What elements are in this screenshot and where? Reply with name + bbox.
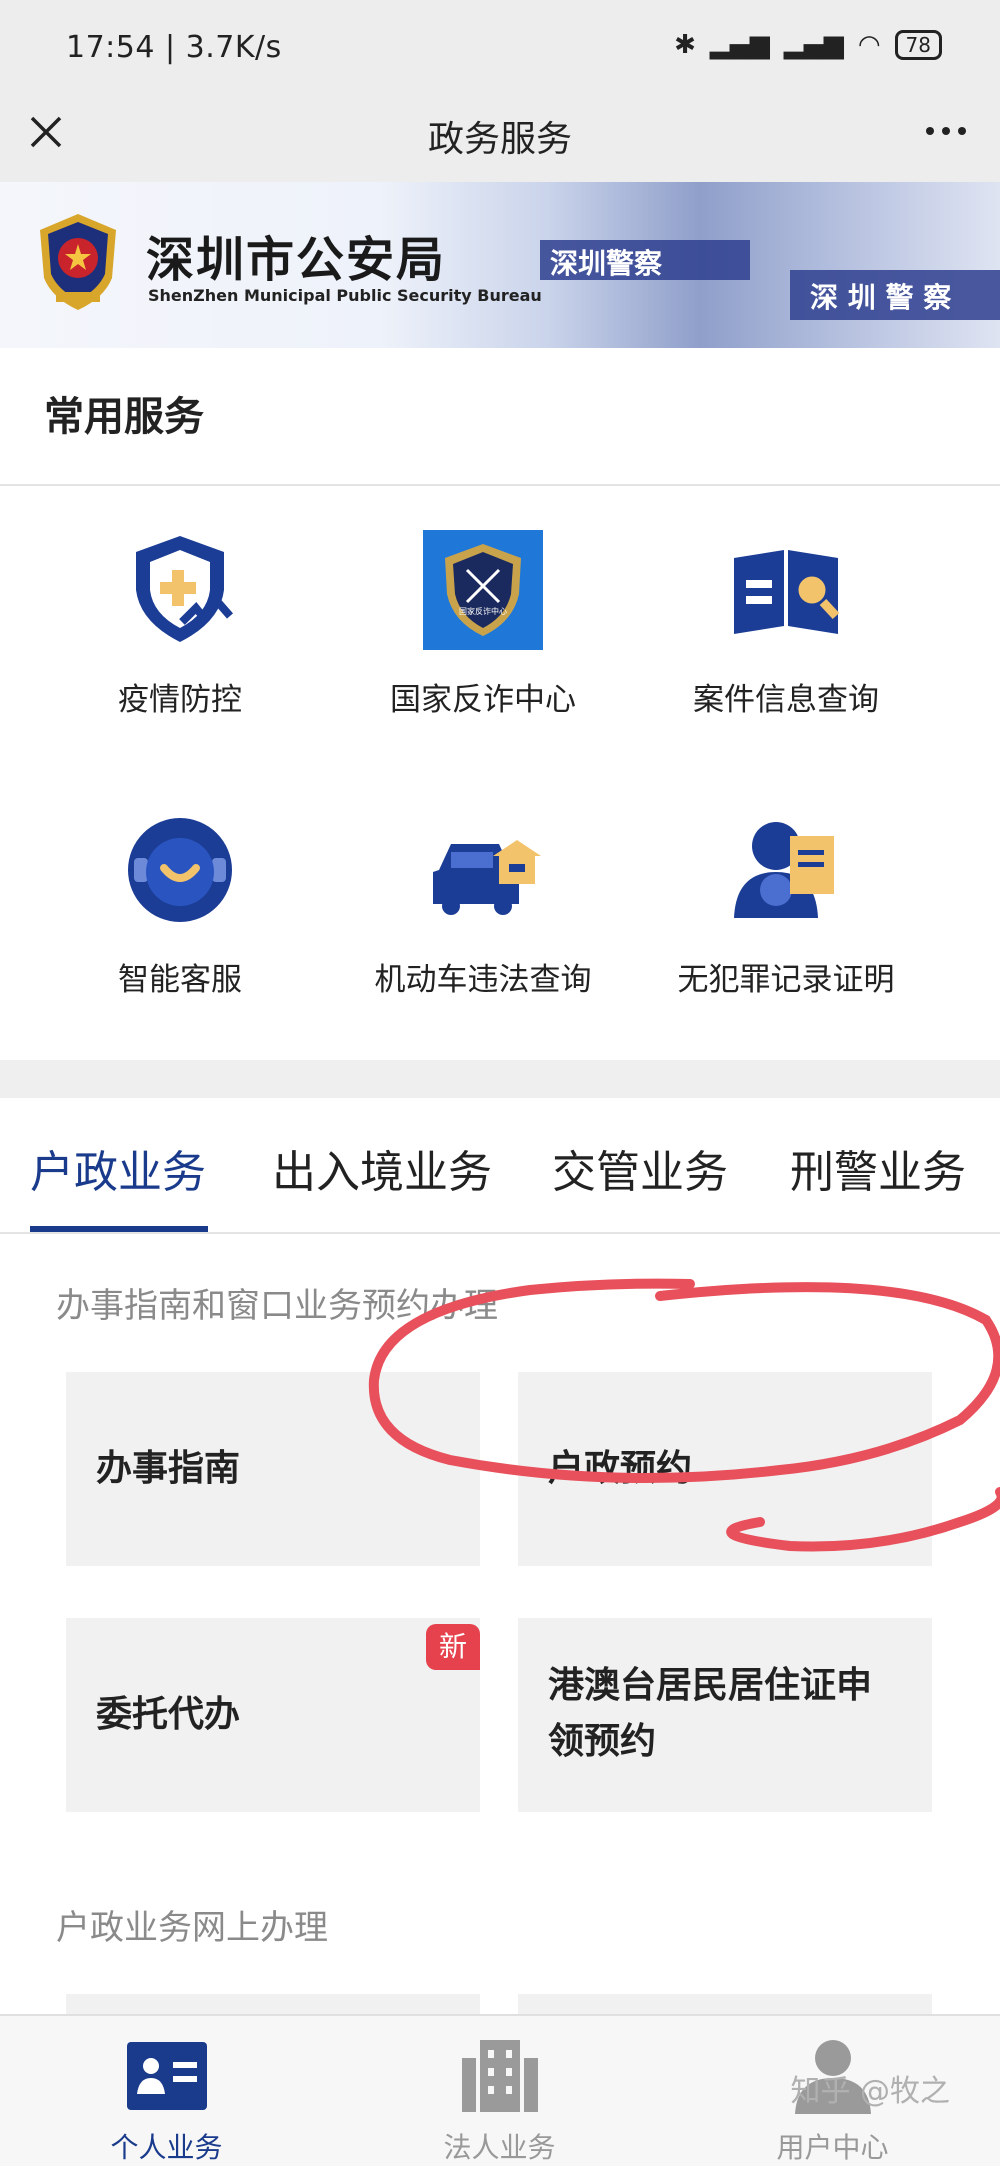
- card-label-line2: 领预约: [548, 1721, 657, 1762]
- bureau-name: 深圳市公安局: [146, 232, 447, 288]
- id-card-icon: [126, 2042, 207, 2110]
- service-epidemic-control[interactable]: 疫情防控: [30, 530, 330, 719]
- service-label: 案件信息查询: [693, 682, 879, 718]
- section-heading: 办事指南和窗口业务预约办理: [56, 1286, 498, 1326]
- bottom-nav-corporate[interactable]: 法人业务: [333, 2016, 666, 2166]
- bottom-nav-personal[interactable]: 个人业务: [0, 2016, 333, 2166]
- banner-stripe-text: 深 圳 警 察: [810, 281, 952, 314]
- bottom-nav-label: 法人业务: [443, 2131, 556, 2164]
- battery-indicator: 78: [894, 30, 942, 60]
- bottom-nav-label: 用户中心: [776, 2131, 889, 2164]
- card-residence-permit[interactable]: 港澳台居民居住证申 领预约: [518, 1618, 932, 1812]
- building-icon: [461, 2040, 538, 2112]
- status-bar: 17:54 | 3.7K/s ✱ ▂▄▆ ▂▄▆ ◠ 78: [0, 0, 1000, 92]
- card-label: 办事指南: [96, 1448, 241, 1489]
- book-search-icon: [734, 550, 840, 634]
- divider: [0, 1232, 1000, 1234]
- watermark: 知乎 @牧之: [790, 2074, 950, 2109]
- section-separator: [0, 1060, 1000, 1098]
- section-heading: 户政业务网上办理: [56, 1908, 328, 1948]
- service-label: 智能客服: [118, 962, 242, 998]
- anti-fraud-badge-text: 国家反诈中心: [459, 606, 507, 616]
- shield-medical-icon: [136, 536, 234, 642]
- signal-icon-2: ▂▄▆: [783, 30, 844, 60]
- status-time: 17:54 | 3.7K/s: [66, 30, 282, 65]
- bluetooth-icon: ✱: [674, 30, 696, 60]
- service-label: 机动车违法查询: [374, 962, 592, 998]
- service-anti-fraud-center[interactable]: 国家反诈中心 国家反诈中心: [333, 530, 633, 719]
- anti-fraud-badge-icon: 国家反诈中心: [423, 530, 543, 650]
- common-services-title: 常用服务: [44, 394, 204, 440]
- service-label: 国家反诈中心: [390, 682, 576, 718]
- tab-criminal[interactable]: 刑警业务: [790, 1136, 966, 1200]
- banner-stripe-text: 深圳警察: [550, 247, 663, 280]
- divider: [0, 484, 1000, 486]
- tab-entry-exit[interactable]: 出入境业务: [272, 1136, 492, 1200]
- bottom-nav-label: 个人业务: [110, 2131, 223, 2164]
- smiley-face-icon: [128, 818, 232, 922]
- card-label-line1: 港澳台居民居住证申: [548, 1665, 873, 1706]
- car-house-icon: [433, 840, 541, 915]
- tab-traffic[interactable]: 交管业务: [552, 1136, 728, 1200]
- person-document-icon: [734, 822, 834, 918]
- page-title: 政务服务: [427, 119, 572, 160]
- card-household-appointment[interactable]: 户政预约: [518, 1372, 932, 1566]
- new-badge: 新: [426, 1624, 480, 1670]
- service-no-criminal-record[interactable]: 无犯罪记录证明: [636, 810, 936, 999]
- tab-household[interactable]: 户政业务: [30, 1136, 206, 1200]
- card-proxy-service[interactable]: 委托代办 新: [66, 1618, 480, 1812]
- card-label: 委托代办: [96, 1694, 241, 1735]
- service-smart-assistant[interactable]: 智能客服: [30, 810, 330, 999]
- more-options-icon[interactable]: [922, 116, 970, 146]
- service-label: 疫情防控: [118, 682, 242, 718]
- card-guide[interactable]: 办事指南: [66, 1372, 480, 1566]
- bureau-banner: 深圳警察 深 圳 警 察 深圳市公安局 ShenZhen Municipal P…: [0, 182, 1000, 348]
- service-case-query[interactable]: 案件信息查询: [636, 530, 936, 719]
- wifi-icon: ◠: [857, 30, 881, 60]
- bureau-subtitle: ShenZhen Municipal Public Security Burea…: [148, 286, 542, 305]
- service-vehicle-violation[interactable]: 机动车违法查询: [333, 810, 633, 999]
- status-icons: ✱ ▂▄▆ ▂▄▆ ◠ 78: [674, 30, 942, 60]
- card-label: 户政预约: [548, 1448, 693, 1489]
- signal-icon: ▂▄▆: [709, 30, 770, 60]
- nav-bar: 政务服务: [0, 92, 1000, 182]
- service-label: 无犯罪记录证明: [677, 962, 895, 998]
- police-emblem-icon: [40, 214, 116, 310]
